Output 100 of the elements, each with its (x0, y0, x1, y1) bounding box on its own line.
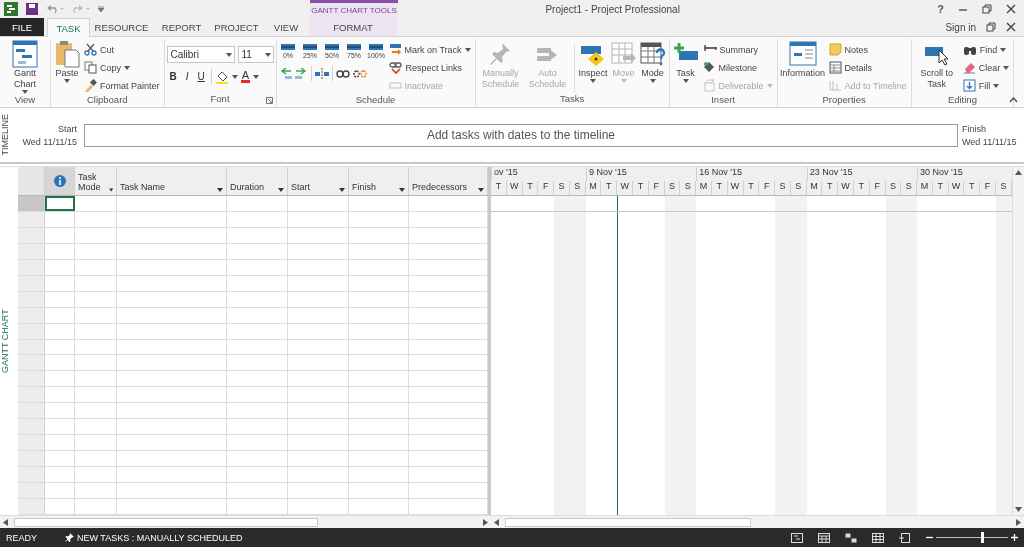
task-bar-icon (281, 44, 296, 52)
ribbon-button[interactable]: Respect Links (386, 59, 473, 76)
scroll-left-icon[interactable] (3, 518, 8, 526)
row-header[interactable] (18, 355, 45, 371)
link-icon (335, 67, 350, 80)
ribbon-button[interactable]: Fill (960, 77, 1012, 94)
ribbon-button[interactable]: Format Painter (82, 77, 162, 94)
row-header[interactable] (18, 435, 45, 451)
scroll-thumb[interactable] (505, 517, 751, 527)
row-header[interactable] (18, 451, 45, 467)
app-icon[interactable] (4, 2, 18, 16)
ribbon-button[interactable]: Copy (82, 59, 162, 76)
ribbon-button[interactable]: Find (960, 41, 1012, 58)
ribbon-button[interactable]: Clear (960, 59, 1012, 76)
restore-icon[interactable] (982, 4, 992, 14)
scroll-down-icon[interactable] (1015, 507, 1022, 512)
ribbon-button[interactable]: Information (779, 40, 826, 79)
ribbon-tab[interactable]: FILE (0, 18, 44, 36)
text-style-button[interactable]: I (182, 71, 192, 82)
contextual-tab-group: GANTT CHART TOOLS (310, 0, 398, 18)
ribbon-button[interactable]: Paste (53, 40, 81, 83)
column-label: Predecessors (412, 181, 468, 192)
timeline-label: TIMELINE (0, 114, 11, 156)
scroll-thumb[interactable] (14, 517, 318, 527)
ribbon-tab[interactable]: VIEW (263, 18, 309, 36)
day-label: T (522, 181, 539, 195)
select-all-cell[interactable] (18, 167, 45, 195)
day-label: T (633, 181, 649, 195)
scroll-right-icon[interactable] (483, 518, 488, 526)
gantt-view-icon[interactable] (791, 532, 803, 543)
ribbon-button[interactable]: Milestone (700, 59, 775, 76)
group-label: Clipboard (86, 94, 128, 107)
report-view-icon[interactable] (899, 532, 911, 543)
sign-in-link[interactable]: Sign in (945, 21, 976, 33)
row-header[interactable] (18, 483, 45, 499)
ribbon-button[interactable]: Gantt Chart (2, 40, 48, 94)
ribbon-button[interactable]: Summary (700, 41, 775, 58)
ribbon-tab[interactable]: TASK (47, 18, 90, 37)
font-name-field[interactable]: Calibri (166, 46, 235, 63)
horizontal-scrollbar[interactable] (491, 516, 1024, 528)
zoom-thumb[interactable] (980, 532, 984, 543)
new-tasks-status[interactable]: NEW TASKS : MANUALLY SCHEDULED (77, 532, 243, 543)
save-icon[interactable] (26, 3, 38, 15)
calendar-view-icon[interactable] (818, 532, 830, 543)
row-header[interactable] (18, 419, 45, 435)
column-header[interactable]: Finish (349, 167, 409, 195)
vertical-scrollbar[interactable] (1012, 167, 1024, 515)
restore-icon[interactable] (986, 22, 996, 32)
dialog-launcher-icon[interactable] (265, 97, 273, 104)
zoom-out-icon[interactable] (926, 534, 933, 541)
day-label: T (932, 181, 949, 195)
ribbon-button[interactable]: Notes (826, 41, 909, 58)
font-size-field[interactable]: 11 (237, 46, 274, 63)
text-style-button[interactable]: U (194, 71, 208, 82)
selected-cell[interactable] (45, 195, 75, 211)
customize-caret-icon[interactable] (98, 6, 104, 12)
scroll-left-icon[interactable] (494, 518, 499, 526)
ribbon-tab[interactable]: RESOURCE (90, 18, 153, 36)
text-style-button[interactable]: B (166, 71, 180, 82)
ribbon-button[interactable]: Scroll to Task (913, 40, 960, 90)
unlink-icon (352, 67, 367, 80)
day-label: F (648, 181, 665, 195)
row-header[interactable] (18, 387, 45, 403)
paintbrush-icon (84, 79, 97, 92)
ribbon-tab[interactable]: PROJECT (210, 18, 263, 36)
help-button[interactable]: ? (937, 3, 944, 15)
link-icon (388, 61, 403, 74)
font-color-button[interactable]: A (240, 70, 251, 83)
close-icon[interactable] (1006, 22, 1016, 32)
row-header[interactable] (18, 467, 45, 483)
day-label: W (506, 181, 523, 195)
row-header[interactable] (18, 371, 45, 387)
ribbon-tab[interactable]: REPORT (153, 18, 210, 36)
ribbon-button[interactable]: Inspect (577, 40, 609, 83)
ribbon-button[interactable]: Mode (638, 40, 667, 83)
close-icon[interactable] (1006, 4, 1016, 14)
row-header[interactable] (18, 403, 45, 419)
column-header[interactable]: Start (288, 167, 349, 195)
redo-icon[interactable] (72, 4, 90, 14)
ribbon-tab[interactable]: FORMAT (309, 18, 397, 36)
zoom-in-icon[interactable] (1011, 534, 1018, 541)
ribbon-button[interactable]: Cut (82, 41, 162, 58)
view-label: GANTT CHART (0, 308, 11, 375)
ribbon-button[interactable]: Details (826, 59, 909, 76)
undo-icon[interactable] (46, 4, 64, 14)
row-header[interactable] (18, 499, 45, 514)
ribbon-button[interactable]: Task (671, 40, 700, 83)
column-header[interactable] (45, 167, 75, 195)
column-header[interactable]: Task Name (117, 167, 227, 195)
network-view-icon[interactable] (845, 532, 857, 543)
column-header[interactable]: Duration (227, 167, 288, 195)
column-header[interactable]: Task Mode (75, 167, 117, 195)
collapse-ribbon-icon[interactable] (1009, 97, 1018, 103)
scroll-right-icon[interactable] (1016, 518, 1021, 526)
scroll-up-icon[interactable] (1015, 170, 1022, 175)
ribbon-button[interactable]: Mark on Track (386, 41, 473, 58)
horizontal-scrollbar[interactable] (0, 516, 491, 528)
column-label: Finish (352, 181, 376, 192)
split-task-icon (314, 67, 329, 80)
sheet-view-icon[interactable] (872, 532, 884, 543)
